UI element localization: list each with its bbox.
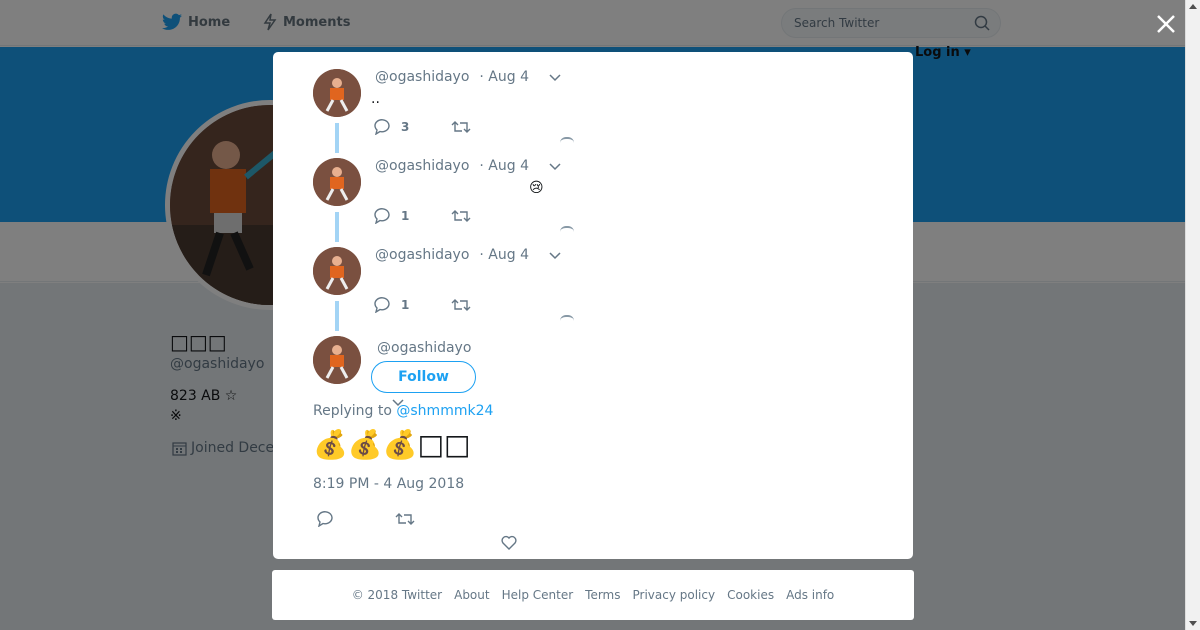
tweet-actions: 1 [373,208,471,224]
tweet-actions: 3 [373,119,471,135]
retweet-icon[interactable] [395,511,415,527]
page-scrollbar[interactable] [1185,0,1200,630]
avatar[interactable] [313,158,361,206]
thread-connector [335,301,339,331]
chevron-down-icon[interactable] [548,249,562,263]
like-icon[interactable] [560,315,574,321]
chevron-down-icon[interactable] [548,160,562,174]
replying-to-link[interactable]: @shmmmk24 [396,403,493,419]
footer-about-link[interactable]: About [454,588,489,602]
reply-icon[interactable] [373,297,391,313]
tweet-text: 😢 [529,180,544,196]
retweet-icon[interactable] [451,119,471,135]
scroll-down-arrow[interactable] [1189,621,1197,626]
chevron-down-icon[interactable] [391,398,405,408]
reply-count: 3 [401,120,410,134]
tweet-date[interactable]: · Aug 4 [479,158,529,174]
footer-help-link[interactable]: Help Center [502,588,574,602]
footer-copyright: © 2018 Twitter [351,588,443,602]
modal-footer: © 2018 Twitter About Help Center Terms P… [272,570,914,620]
tweet-date[interactable]: · Aug 4 [479,247,529,263]
avatar[interactable] [313,247,361,295]
main-tweet-text: 💰💰💰□□ [313,428,471,461]
scroll-up-arrow[interactable] [1189,4,1197,9]
retweet-icon[interactable] [451,297,471,313]
reply-icon[interactable] [373,208,391,224]
footer-privacy-link[interactable]: Privacy policy [633,588,716,602]
avatar[interactable] [313,69,361,117]
reply-count: 1 [401,298,410,312]
thread-connector [335,123,339,153]
main-tweet-timestamp[interactable]: 8:19 PM - 4 Aug 2018 [313,476,464,492]
main-tweet-handle[interactable]: @ogashidayo [377,340,471,356]
tweet-modal: @ogashidayo · Aug 4 .. 3 @ogashidayo · Aug… [273,52,913,559]
tweet-header: @ogashidayo · Aug 4 [375,247,529,263]
like-icon[interactable] [501,535,517,550]
tweet-header: @ogashidayo · Aug 4 [375,158,529,174]
avatar[interactable] [313,336,361,384]
replying-to-prefix: Replying to [313,403,397,419]
footer-ads-link[interactable]: Ads info [786,588,834,602]
tweet-actions: 1 [373,297,471,313]
retweet-icon[interactable] [451,208,471,224]
tweet-handle[interactable]: @ogashidayo [375,247,469,263]
like-icon[interactable] [560,137,574,143]
like-icon[interactable] [560,226,574,232]
follow-button[interactable]: Follow [371,361,476,393]
reply-count: 1 [401,209,410,223]
footer-terms-link[interactable]: Terms [585,588,620,602]
tweet-handle[interactable]: @ogashidayo [375,158,469,174]
tweet-header: @ogashidayo · Aug 4 [375,69,529,85]
reply-icon[interactable] [316,511,334,527]
tweet-date[interactable]: · Aug 4 [479,69,529,85]
chevron-down-icon[interactable] [548,71,562,85]
thread-connector [335,212,339,242]
close-icon[interactable] [1154,12,1178,36]
reply-icon[interactable] [373,119,391,135]
tweet-handle[interactable]: @ogashidayo [375,69,469,85]
tweet-text: .. [371,91,380,107]
footer-cookies-link[interactable]: Cookies [727,588,774,602]
